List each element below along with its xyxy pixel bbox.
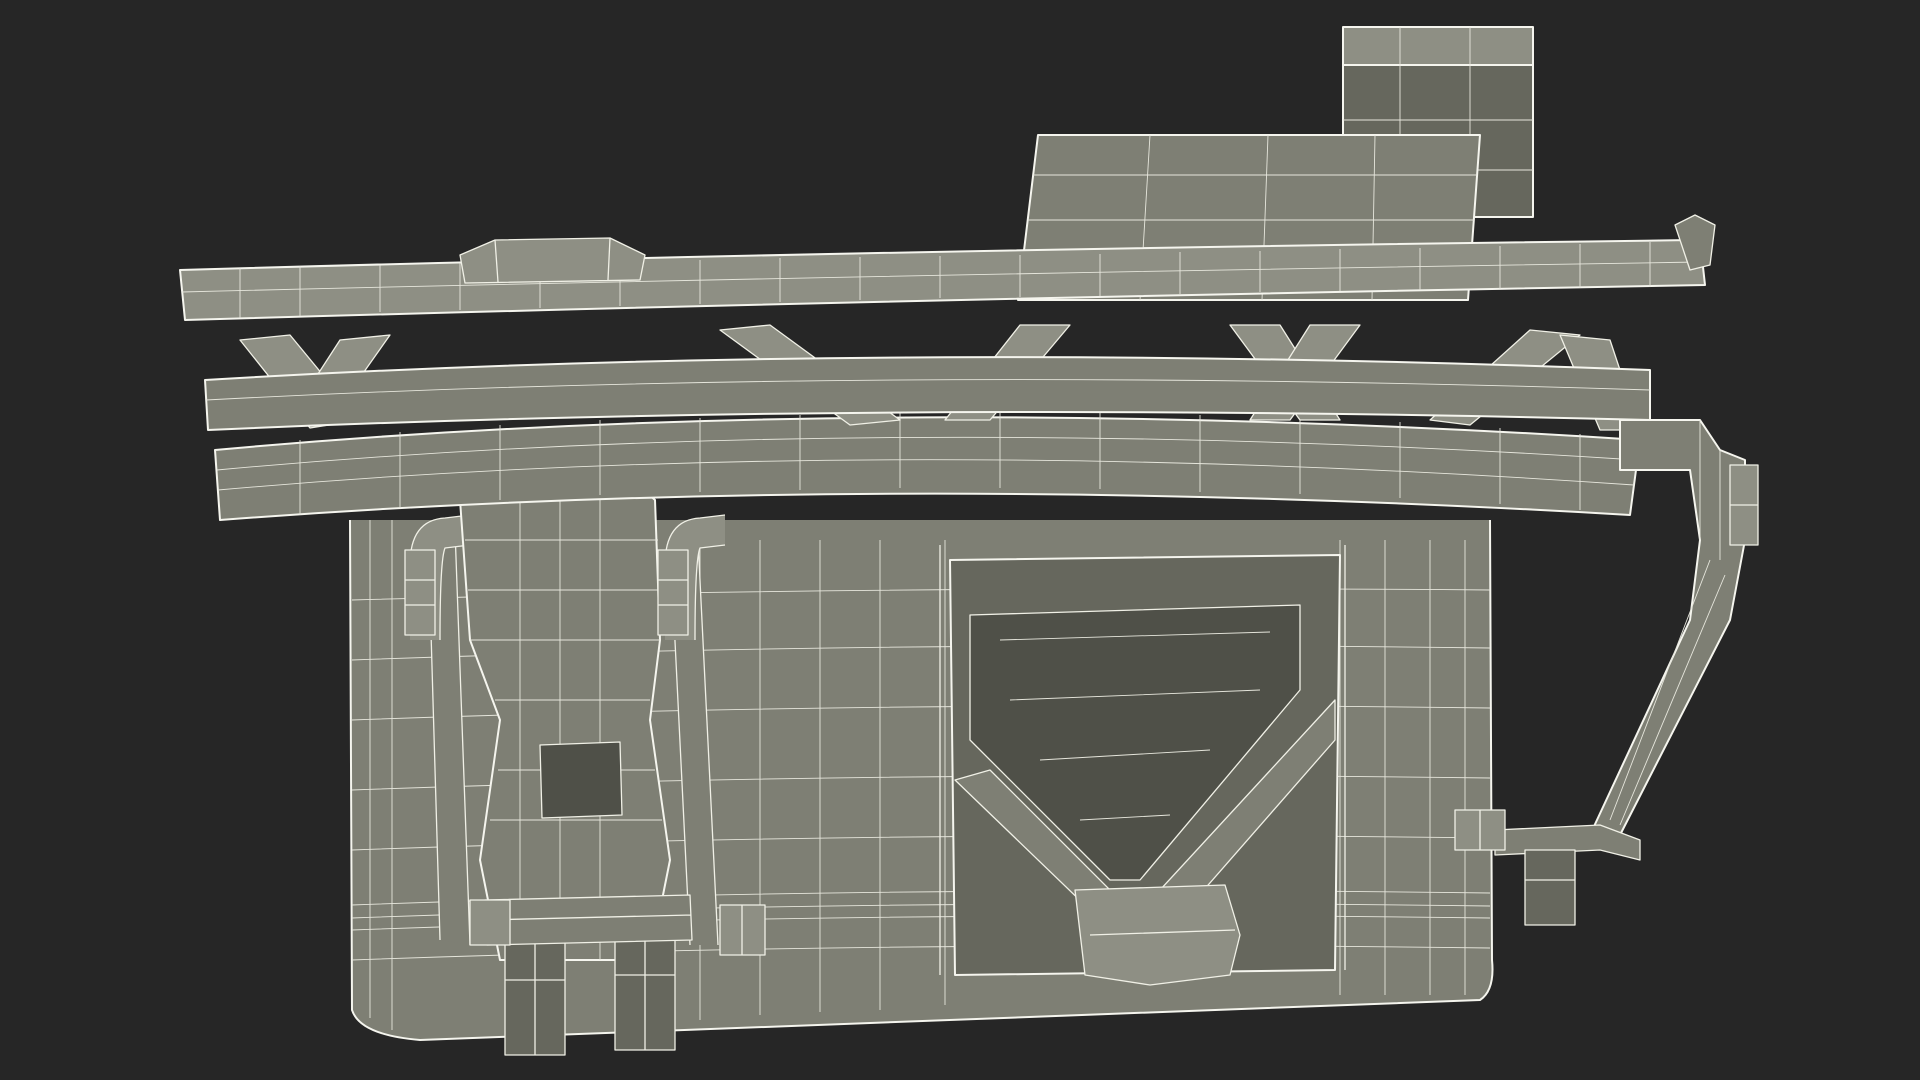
truss-ring — [179, 214, 1716, 521]
render-viewport — [0, 0, 1920, 1080]
wireframe-model — [179, 26, 1759, 1056]
central-hatch — [939, 545, 1346, 986]
